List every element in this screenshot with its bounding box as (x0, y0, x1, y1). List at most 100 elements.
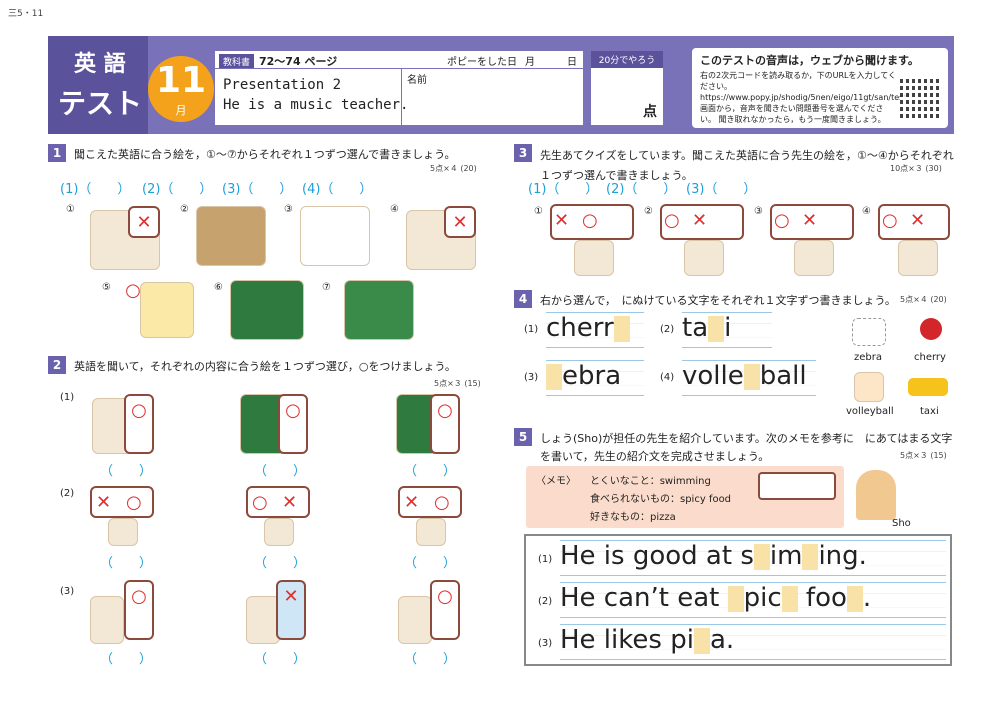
s4-item-4-num: (4) (660, 372, 675, 383)
s2-answer-2b[interactable]: （ ） (254, 552, 306, 571)
bubble: ○ (124, 580, 154, 640)
pic-label-2: ② (180, 204, 189, 215)
blank-slot[interactable] (846, 585, 863, 612)
s1-blank-4[interactable]: (4)（ ） (302, 178, 372, 197)
section4-number: 4 (514, 290, 532, 308)
s5-sentence-1: He is good at s im ing. (560, 540, 946, 576)
blank-slot[interactable] (693, 627, 710, 654)
subject-line1: 英 語 (74, 52, 126, 77)
s2-row-3: (3) (60, 586, 75, 597)
cherry-icon (920, 318, 942, 340)
s5-line-3-num: (3) (538, 638, 553, 649)
bubble: ✕ (276, 580, 306, 640)
s2-answer-3a[interactable]: （ ） (100, 648, 152, 667)
s2-answer-2a[interactable]: （ ） (100, 552, 152, 571)
blank-slot[interactable] (613, 315, 630, 342)
bubble: ○ ✕ (770, 204, 854, 240)
section1-number: 1 (48, 144, 66, 162)
pic-boy (264, 518, 294, 546)
s3-blank-1[interactable]: (1)（ ） (528, 178, 598, 197)
section2-question: 英語を聞いて，それぞれの内容に合う絵を１つずつ選び，○をつけましょう。 (74, 360, 456, 373)
lesson-sentence: He is a music teacher. (223, 97, 409, 113)
blank-slot[interactable] (743, 363, 760, 390)
blank-slot[interactable] (727, 585, 744, 612)
s1-blank-1[interactable]: (1)（ ） (60, 178, 130, 197)
pic-baseball (300, 206, 370, 266)
memo-bubble (758, 472, 836, 500)
word-zebra: zebra (854, 352, 882, 363)
time-tag: 20分でやろう (591, 51, 663, 68)
s2-answer-3b[interactable]: （ ） (254, 648, 306, 667)
s2-answer-2c[interactable]: （ ） (404, 552, 456, 571)
score-unit: 点 (643, 104, 657, 120)
section2-points: 5点×３ (15) (434, 379, 481, 388)
subject-title: 英 語 テスト (48, 36, 148, 134)
s2-answer-1c[interactable]: （ ） (404, 460, 456, 479)
bubble: ○ ✕ (246, 486, 310, 518)
s1-blank-2[interactable]: (2)（ ） (142, 178, 212, 197)
sho-label: Sho (892, 518, 911, 529)
word-taxi: taxi (920, 406, 939, 417)
s4-item-1-num: (1) (524, 324, 539, 335)
s2-row-1: (1) (60, 392, 75, 403)
sho-avatar (856, 470, 896, 520)
bubble: ✕ ○ (550, 204, 634, 240)
s2-answer-1a[interactable]: （ ） (100, 460, 152, 479)
s4-word-2: ta i (682, 312, 772, 348)
bubble: ○ (124, 394, 154, 454)
s5-sentence-2: He can’t eat pic foo. (560, 582, 946, 618)
section1-points: 5点×４ (20) (430, 164, 477, 173)
month-badge: 11 月 (148, 56, 214, 122)
s1-blank-3[interactable]: (3)（ ） (222, 178, 292, 197)
zebra-icon (852, 318, 886, 346)
page-range: 72〜74 ページ (259, 55, 338, 68)
blank-slot[interactable] (753, 543, 770, 570)
pic-teacher-4 (898, 240, 938, 276)
blank-slot[interactable] (781, 585, 798, 612)
name-field[interactable]: 名前 (407, 71, 427, 86)
score-box: 20分でやろう 点 (590, 50, 664, 126)
audio-text: 右の2次元コードを読み取るか，下のURLを入力してください。 https://w… (700, 71, 910, 124)
section4-points: 5点×４ (20) (900, 295, 947, 304)
section5-points: 5点×３ (15) (900, 451, 947, 460)
pic-teacher-1 (574, 240, 614, 276)
month-unit: 月 (175, 104, 187, 117)
s4-word-3: ebra (546, 360, 644, 396)
s3-pic-label-2: ② (644, 206, 653, 217)
s3-pic-label-3: ③ (754, 206, 763, 217)
memo-title: 〈メモ〉 (536, 476, 576, 487)
section3-points: 10点×３ (30) (890, 164, 942, 173)
word-volleyball: volleyball (846, 406, 894, 417)
s4-word-4: volle ball (682, 360, 816, 396)
bubble: ○ (430, 394, 460, 454)
did-date-label: ポピーをした日 (447, 57, 517, 68)
blank-slot[interactable] (802, 543, 819, 570)
s4-word-1: cherr (546, 312, 644, 348)
s5-line-2-num: (2) (538, 596, 553, 607)
section3-number: 3 (514, 144, 532, 162)
s3-blank-2[interactable]: (2)（ ） (606, 178, 676, 197)
audio-title: このテストの音声は，ウェブから聞けます。 (700, 54, 919, 67)
blank-slot[interactable] (708, 315, 725, 342)
cross-icon: ✕ (444, 206, 476, 238)
memo-box: 〈メモ〉 とくいなこと：swimming 食べられないもの：spicy food… (526, 466, 844, 528)
s3-blank-3[interactable]: (3)（ ） (686, 178, 756, 197)
s2-row-2: (2) (60, 488, 75, 499)
bubble: ○ ✕ (878, 204, 950, 240)
lesson-title: Presentation 2 (223, 77, 342, 93)
month-number: 11 (155, 60, 207, 101)
section5-number: 5 (514, 428, 532, 446)
subject-line2: テスト (58, 87, 143, 120)
s5-line-1-num: (1) (538, 554, 553, 565)
s2-answer-3c[interactable]: （ ） (404, 648, 456, 667)
pic-label-1: ① (66, 204, 75, 215)
pic-math-teacher (230, 280, 304, 340)
day-label: 日 (567, 57, 577, 68)
pic-teacher-3 (794, 240, 834, 276)
blank-slot[interactable] (546, 363, 562, 390)
taxi-icon (908, 378, 948, 396)
sentence-box: (1) He is good at s im ing. (2) He can’t e… (524, 534, 952, 666)
memo-line1: とくいなこと：swimming (590, 476, 711, 487)
s2-answer-1b[interactable]: （ ） (254, 460, 306, 479)
s4-item-3-num: (3) (524, 372, 539, 383)
